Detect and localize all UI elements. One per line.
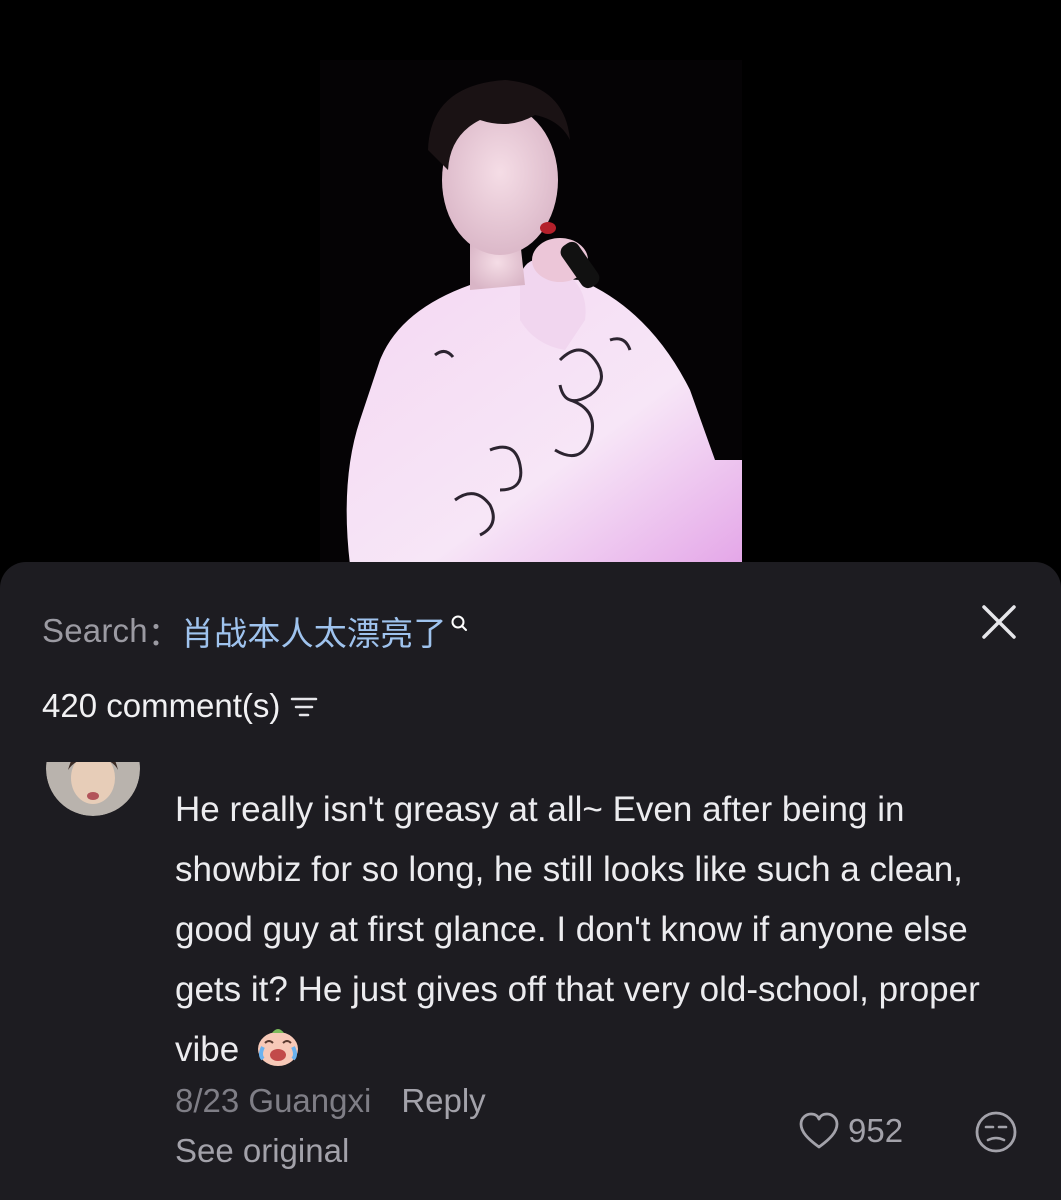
search-label: Search xyxy=(42,612,148,649)
reply-button[interactable]: Reply xyxy=(401,1082,485,1120)
search-separator: ： xyxy=(147,615,181,652)
search-icon xyxy=(451,615,467,631)
comment-meta: 8/23 Guangxi Reply xyxy=(175,1082,486,1120)
sort-icon[interactable] xyxy=(290,695,318,719)
see-original-link[interactable]: See original xyxy=(175,1132,349,1170)
performer-photo xyxy=(320,60,742,565)
comment-date-location: 8/23 Guangxi xyxy=(175,1082,372,1119)
search-suggestion[interactable]: Search ： 肖战本人太漂亮了 xyxy=(42,606,471,656)
avatar[interactable] xyxy=(46,762,140,816)
comments-sheet: Search ： 肖战本人太漂亮了 420 comment(s) He real… xyxy=(0,562,1061,1200)
like-count: 952 xyxy=(848,1112,904,1149)
like-button[interactable]: 952 xyxy=(798,1112,903,1150)
comment-body: He really isn't greasy at all~ Even afte… xyxy=(175,780,1015,1080)
video-player[interactable] xyxy=(0,0,1061,600)
heart-icon xyxy=(799,1112,839,1149)
search-query-link[interactable]: 肖战本人太漂亮了 xyxy=(181,607,447,655)
unamused-face-icon[interactable] xyxy=(974,1110,1018,1154)
close-icon xyxy=(982,605,1016,639)
comments-count-header[interactable]: 420 comment(s) xyxy=(42,687,318,725)
laughing-crying-face-icon xyxy=(257,1029,298,1066)
comments-count: 420 comment(s) xyxy=(42,687,281,724)
close-button[interactable] xyxy=(977,600,1021,644)
